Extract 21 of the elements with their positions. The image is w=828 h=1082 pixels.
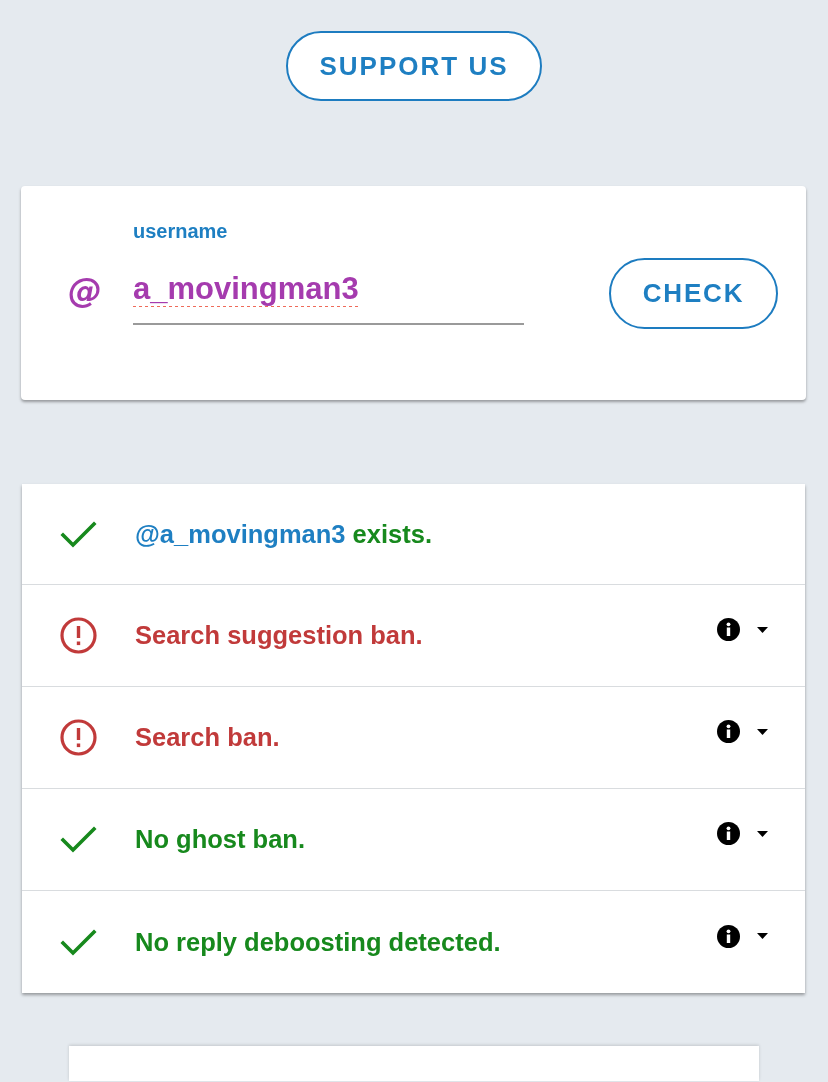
info-icon[interactable] xyxy=(717,924,740,948)
result-text: No reply deboosting detected. xyxy=(135,926,501,958)
result-text: No ghost ban. xyxy=(135,824,305,856)
field-label: username xyxy=(133,220,229,242)
support-us-button[interactable]: SUPPORT US xyxy=(286,31,542,101)
info-icon[interactable] xyxy=(717,822,740,845)
caret-icon[interactable] xyxy=(757,933,768,939)
at-sign-prefix: @ xyxy=(68,270,103,310)
info-icon[interactable] xyxy=(717,720,740,743)
exclamation-circle-icon xyxy=(60,719,97,756)
caret-icon[interactable] xyxy=(757,728,768,735)
check-button[interactable]: CHECK xyxy=(609,258,778,329)
info-icon[interactable] xyxy=(717,618,740,641)
username-link[interactable]: @a_movingman3 xyxy=(135,519,346,548)
result-text: Search suggestion ban. xyxy=(135,620,423,652)
exclamation-circle-icon xyxy=(60,617,97,654)
caret-icon[interactable] xyxy=(757,830,768,837)
result-text: @a_movingman3 exists. xyxy=(135,518,432,550)
result-text: Search ban. xyxy=(135,722,280,754)
username-field[interactable]: a_movingman3 xyxy=(133,248,524,325)
caret-icon[interactable] xyxy=(757,626,768,633)
